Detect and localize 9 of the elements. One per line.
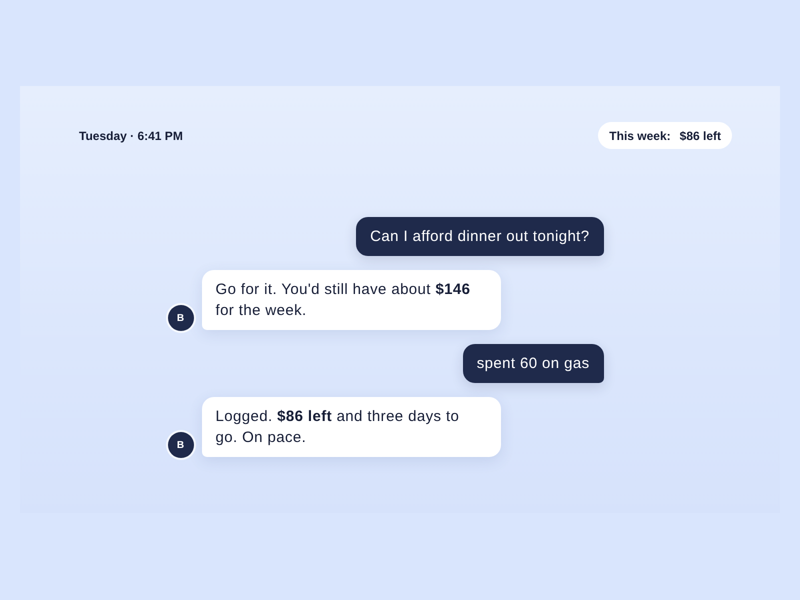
- message-bubble: Logged. $86 left and three days to go. On pace.: [202, 397, 500, 457]
- message-bubble: Go for it. You'd still have about $146 for the week.: [202, 270, 500, 330]
- message-bubble: Can I afford dinner out tonight?: [356, 217, 604, 256]
- message-bubble: spent 60 on gas: [462, 344, 604, 383]
- time-label: Tuesday · 6:41 PM: [79, 128, 183, 142]
- avatar: B: [168, 305, 194, 331]
- budget-label: This week:: [609, 128, 671, 142]
- avatar: B: [168, 432, 194, 458]
- budget-value: $86 left: [680, 128, 721, 142]
